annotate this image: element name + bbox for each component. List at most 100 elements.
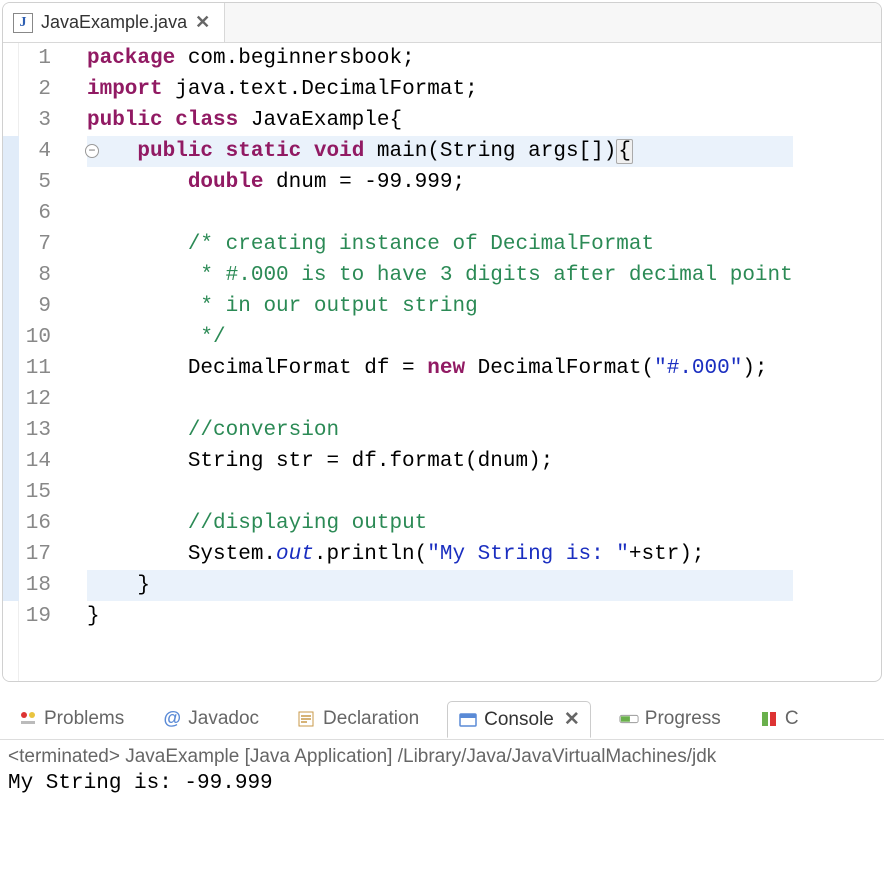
fold-cell — [61, 508, 81, 539]
console-panel: <terminated> JavaExample [Java Applicati… — [0, 740, 884, 801]
marker — [3, 415, 19, 446]
console-status: <terminated> JavaExample [Java Applicati… — [8, 746, 876, 768]
fold-cell — [61, 384, 81, 415]
fold-cell — [61, 601, 81, 632]
tab-console[interactable]: Console ✕ — [447, 701, 591, 738]
fold-cell — [61, 43, 81, 74]
fold-cell — [61, 167, 81, 198]
code-line[interactable]: public class JavaExample{ — [87, 105, 793, 136]
marker — [3, 167, 19, 198]
java-file-icon: J — [13, 13, 33, 33]
line-number: 2 — [25, 74, 51, 105]
marker — [3, 105, 19, 136]
tab-label: C — [785, 708, 799, 730]
console-output: My String is: -99.999 — [8, 772, 876, 795]
marker — [3, 229, 19, 260]
marker — [3, 384, 19, 415]
marker — [3, 353, 19, 384]
code-line[interactable]: String str = df.format(dnum); — [87, 446, 793, 477]
fold-cell — [61, 105, 81, 136]
line-number: 18 — [25, 570, 51, 601]
fold-cell — [61, 415, 81, 446]
fold-cell — [61, 229, 81, 260]
marker — [3, 570, 19, 601]
line-number: 3 — [25, 105, 51, 136]
line-number-gutter: 12345678910111213141516171819 — [19, 43, 61, 681]
tab-label: Progress — [645, 708, 721, 730]
fold-cell — [61, 539, 81, 570]
marker — [3, 74, 19, 105]
marker — [3, 539, 19, 570]
tab-progress[interactable]: Progress — [609, 702, 731, 736]
line-number: 10 — [25, 322, 51, 353]
bottom-panel-tabs: Problems @ Javadoc Declaration Console ✕… — [0, 698, 884, 740]
line-number: 11 — [25, 353, 51, 384]
line-number: 8 — [25, 260, 51, 291]
code-line[interactable]: } — [87, 570, 793, 601]
fold-collapse-icon[interactable]: − — [85, 144, 99, 158]
line-number: 4 — [25, 136, 51, 167]
editor-pane: J JavaExample.java ✕ 1234567891011121314… — [2, 2, 882, 682]
tab-label: Javadoc — [188, 708, 259, 730]
code-line[interactable]: public static void main(String args[]){ — [87, 136, 793, 167]
javadoc-icon: @ — [162, 709, 182, 729]
problems-icon — [18, 709, 38, 729]
tab-coverage[interactable]: C — [749, 702, 809, 736]
code-content[interactable]: package com.beginnersbook;import java.te… — [81, 43, 793, 681]
code-line[interactable]: * in our output string — [87, 291, 793, 322]
tab-label: Console — [484, 709, 554, 731]
fold-cell — [61, 74, 81, 105]
code-line[interactable]: //conversion — [87, 415, 793, 446]
fold-cell — [61, 291, 81, 322]
line-number: 12 — [25, 384, 51, 415]
console-icon — [458, 710, 478, 730]
marker — [3, 446, 19, 477]
code-line[interactable]: System.out.println("My String is: "+str)… — [87, 539, 793, 570]
declaration-icon — [297, 709, 317, 729]
editor-tab[interactable]: J JavaExample.java ✕ — [3, 3, 225, 42]
line-number: 5 — [25, 167, 51, 198]
code-line[interactable]: } — [87, 601, 793, 632]
tab-title: JavaExample.java — [41, 12, 187, 33]
fold-cell — [61, 322, 81, 353]
code-line[interactable] — [87, 477, 793, 508]
code-line[interactable]: package com.beginnersbook; — [87, 43, 793, 74]
close-icon[interactable]: ✕ — [195, 12, 210, 33]
line-number: 7 — [25, 229, 51, 260]
fold-cell — [61, 446, 81, 477]
code-area[interactable]: 12345678910111213141516171819 − package … — [3, 43, 881, 681]
tab-javadoc[interactable]: @ Javadoc — [152, 702, 269, 736]
tab-label: Problems — [44, 708, 124, 730]
fold-cell — [61, 570, 81, 601]
line-number: 16 — [25, 508, 51, 539]
code-line[interactable]: /* creating instance of DecimalFormat — [87, 229, 793, 260]
marker — [3, 322, 19, 353]
code-line[interactable]: double dnum = -99.999; — [87, 167, 793, 198]
fold-column: − — [61, 43, 81, 681]
marker — [3, 291, 19, 322]
progress-icon — [619, 709, 639, 729]
marker — [3, 601, 19, 632]
line-number: 6 — [25, 198, 51, 229]
line-number: 1 — [25, 43, 51, 74]
marker — [3, 477, 19, 508]
code-line[interactable] — [87, 198, 793, 229]
close-icon[interactable]: ✕ — [564, 708, 580, 731]
code-line[interactable] — [87, 384, 793, 415]
tab-problems[interactable]: Problems — [8, 702, 134, 736]
code-line[interactable]: DecimalFormat df = new DecimalFormat("#.… — [87, 353, 793, 384]
line-number: 15 — [25, 477, 51, 508]
code-line[interactable]: import java.text.DecimalFormat; — [87, 74, 793, 105]
fold-cell: − — [61, 136, 81, 167]
fold-cell — [61, 477, 81, 508]
marker — [3, 198, 19, 229]
marker — [3, 508, 19, 539]
marker — [3, 260, 19, 291]
editor-tab-bar: J JavaExample.java ✕ — [3, 3, 881, 43]
fold-cell — [61, 198, 81, 229]
marker-bar — [3, 43, 19, 681]
code-line[interactable]: */ — [87, 322, 793, 353]
tab-declaration[interactable]: Declaration — [287, 702, 429, 736]
code-line[interactable]: //displaying output — [87, 508, 793, 539]
code-line[interactable]: * #.000 is to have 3 digits after decima… — [87, 260, 793, 291]
